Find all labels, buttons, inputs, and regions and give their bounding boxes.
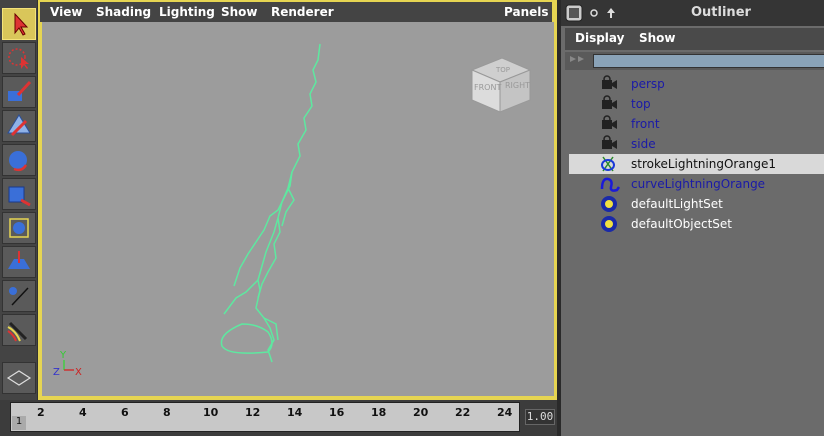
set-icon	[601, 196, 617, 212]
menu-lighting[interactable]: Lighting	[159, 5, 215, 19]
tick-label: 22	[455, 406, 471, 419]
viewport-menu-bar: View Shading Lighting Show Renderer Pane…	[40, 2, 552, 22]
stroke-icon	[601, 156, 615, 172]
tick-label: 14	[287, 406, 303, 419]
set-icon	[601, 216, 617, 232]
outliner-item-side[interactable]: side	[569, 134, 824, 154]
select-tool-button[interactable]	[2, 8, 36, 40]
curve-icon	[600, 177, 621, 192]
layout-quick-button[interactable]	[2, 362, 36, 394]
outliner-item-stroke[interactable]: strokeLightningOrange1	[569, 154, 824, 174]
paint-effects-tool-button[interactable]	[2, 314, 36, 346]
menu-panels[interactable]: Panels	[504, 5, 549, 19]
outliner-menu-bar: Display Show	[565, 28, 824, 50]
tick-label: 10	[203, 406, 219, 419]
outliner-item-default-light-set[interactable]: defaultLightSet	[569, 194, 824, 214]
view-cube[interactable]: TOP FRONT RIGHT	[470, 57, 532, 113]
outliner-item-top[interactable]: top	[569, 94, 824, 114]
outliner-item-persp[interactable]: persp	[569, 74, 824, 94]
paint-effects-icon	[7, 321, 28, 342]
outliner-title-bar: Outliner	[561, 0, 824, 26]
axis-x-label: X	[75, 367, 82, 378]
outliner-item-label: defaultObjectSet	[631, 217, 733, 231]
tick-label: 12	[245, 406, 261, 419]
single-pane-icon	[6, 370, 32, 386]
outliner-filter-field[interactable]	[593, 54, 824, 68]
window-icon[interactable]	[565, 4, 583, 22]
outliner-item-label: strokeLightningOrange1	[631, 157, 776, 171]
universal-manipulator-button[interactable]	[2, 212, 36, 244]
tick-label: 24	[497, 406, 513, 419]
lightning-stroke[interactable]	[220, 43, 321, 363]
manip-handle-icon	[9, 287, 29, 306]
menu-show[interactable]: Show	[221, 5, 258, 19]
lasso-tool-button[interactable]	[2, 42, 36, 74]
soft-mod-tool-button[interactable]	[2, 246, 36, 278]
camera-icon	[602, 115, 617, 129]
outliner-title: Outliner	[691, 5, 751, 20]
view-cube-top-label: TOP	[495, 66, 510, 74]
soft-mod-icon	[8, 251, 30, 269]
arrow-cursor-icon	[14, 12, 29, 36]
view-cube-front-label: FRONT	[474, 83, 501, 92]
menu-renderer[interactable]: Renderer	[271, 5, 334, 19]
outliner-item-default-object-set[interactable]: defaultObjectSet	[569, 214, 824, 234]
manipulator-icon	[9, 218, 29, 238]
outliner-item-curve[interactable]: curveLightningOrange	[569, 174, 824, 194]
outliner-filter-bar	[565, 52, 824, 70]
tick-label: 20	[413, 406, 429, 419]
menu-view[interactable]: View	[50, 5, 82, 19]
axis-y-label: Y	[59, 350, 67, 361]
outliner-item-label: side	[631, 137, 656, 151]
outliner-item-label: curveLightningOrange	[631, 177, 766, 191]
lasso-icon	[8, 48, 29, 69]
rotate-tool-button[interactable]	[2, 144, 36, 176]
scale-icon	[8, 186, 31, 207]
camera-icon	[602, 75, 617, 89]
outliner-item-label: front	[631, 117, 660, 131]
tick-label: 4	[79, 406, 87, 419]
outliner-item-label: top	[631, 97, 651, 111]
camera-icon	[602, 135, 617, 149]
axis-gizmo: Y Z X	[53, 350, 82, 378]
paint-select-tool-button[interactable]	[2, 76, 36, 108]
view-cube-right-label: RIGHT	[505, 81, 530, 90]
camera-icon	[602, 95, 617, 109]
tick-label: 8	[163, 406, 171, 419]
toolbox	[0, 0, 38, 436]
outliner-panel: Outliner Display Show persp top front si…	[557, 0, 824, 436]
filter-arrows-icon[interactable]	[568, 53, 590, 69]
time-slider-track[interactable]: 2 4 6 8 10 12 14 16 18 20 22 24	[10, 402, 520, 432]
minimize-icon[interactable]	[589, 8, 599, 18]
outliner-menu-show[interactable]: Show	[639, 31, 676, 45]
scale-tool-button[interactable]	[2, 178, 36, 210]
current-frame-marker[interactable]: 1	[12, 416, 26, 430]
time-slider: 2 4 6 8 10 12 14 16 18 20 22 24 1 1.00	[0, 400, 557, 436]
outliner-menu-display[interactable]: Display	[575, 31, 624, 45]
paint-brush-icon	[8, 80, 32, 101]
outliner-item-label: persp	[631, 77, 665, 91]
rotate-icon	[9, 151, 28, 172]
tick-label: 16	[329, 406, 345, 419]
tick-label: 2	[37, 406, 45, 419]
move-icon	[7, 114, 31, 137]
menu-shading[interactable]: Shading	[96, 5, 151, 19]
axis-z-label: Z	[53, 367, 60, 378]
outliner-item-label: defaultLightSet	[631, 197, 723, 211]
3d-viewport[interactable]: TOP FRONT RIGHT Y Z X	[42, 22, 554, 396]
viewport-canvas: TOP FRONT RIGHT Y Z X	[53, 43, 532, 378]
move-tool-button[interactable]	[2, 110, 36, 142]
show-manipulator-button[interactable]	[2, 280, 36, 312]
outliner-item-front[interactable]: front	[569, 114, 824, 134]
end-time-field[interactable]: 1.00	[525, 409, 555, 425]
tick-label: 6	[121, 406, 129, 419]
maximize-icon[interactable]	[606, 7, 616, 19]
tick-label: 18	[371, 406, 387, 419]
